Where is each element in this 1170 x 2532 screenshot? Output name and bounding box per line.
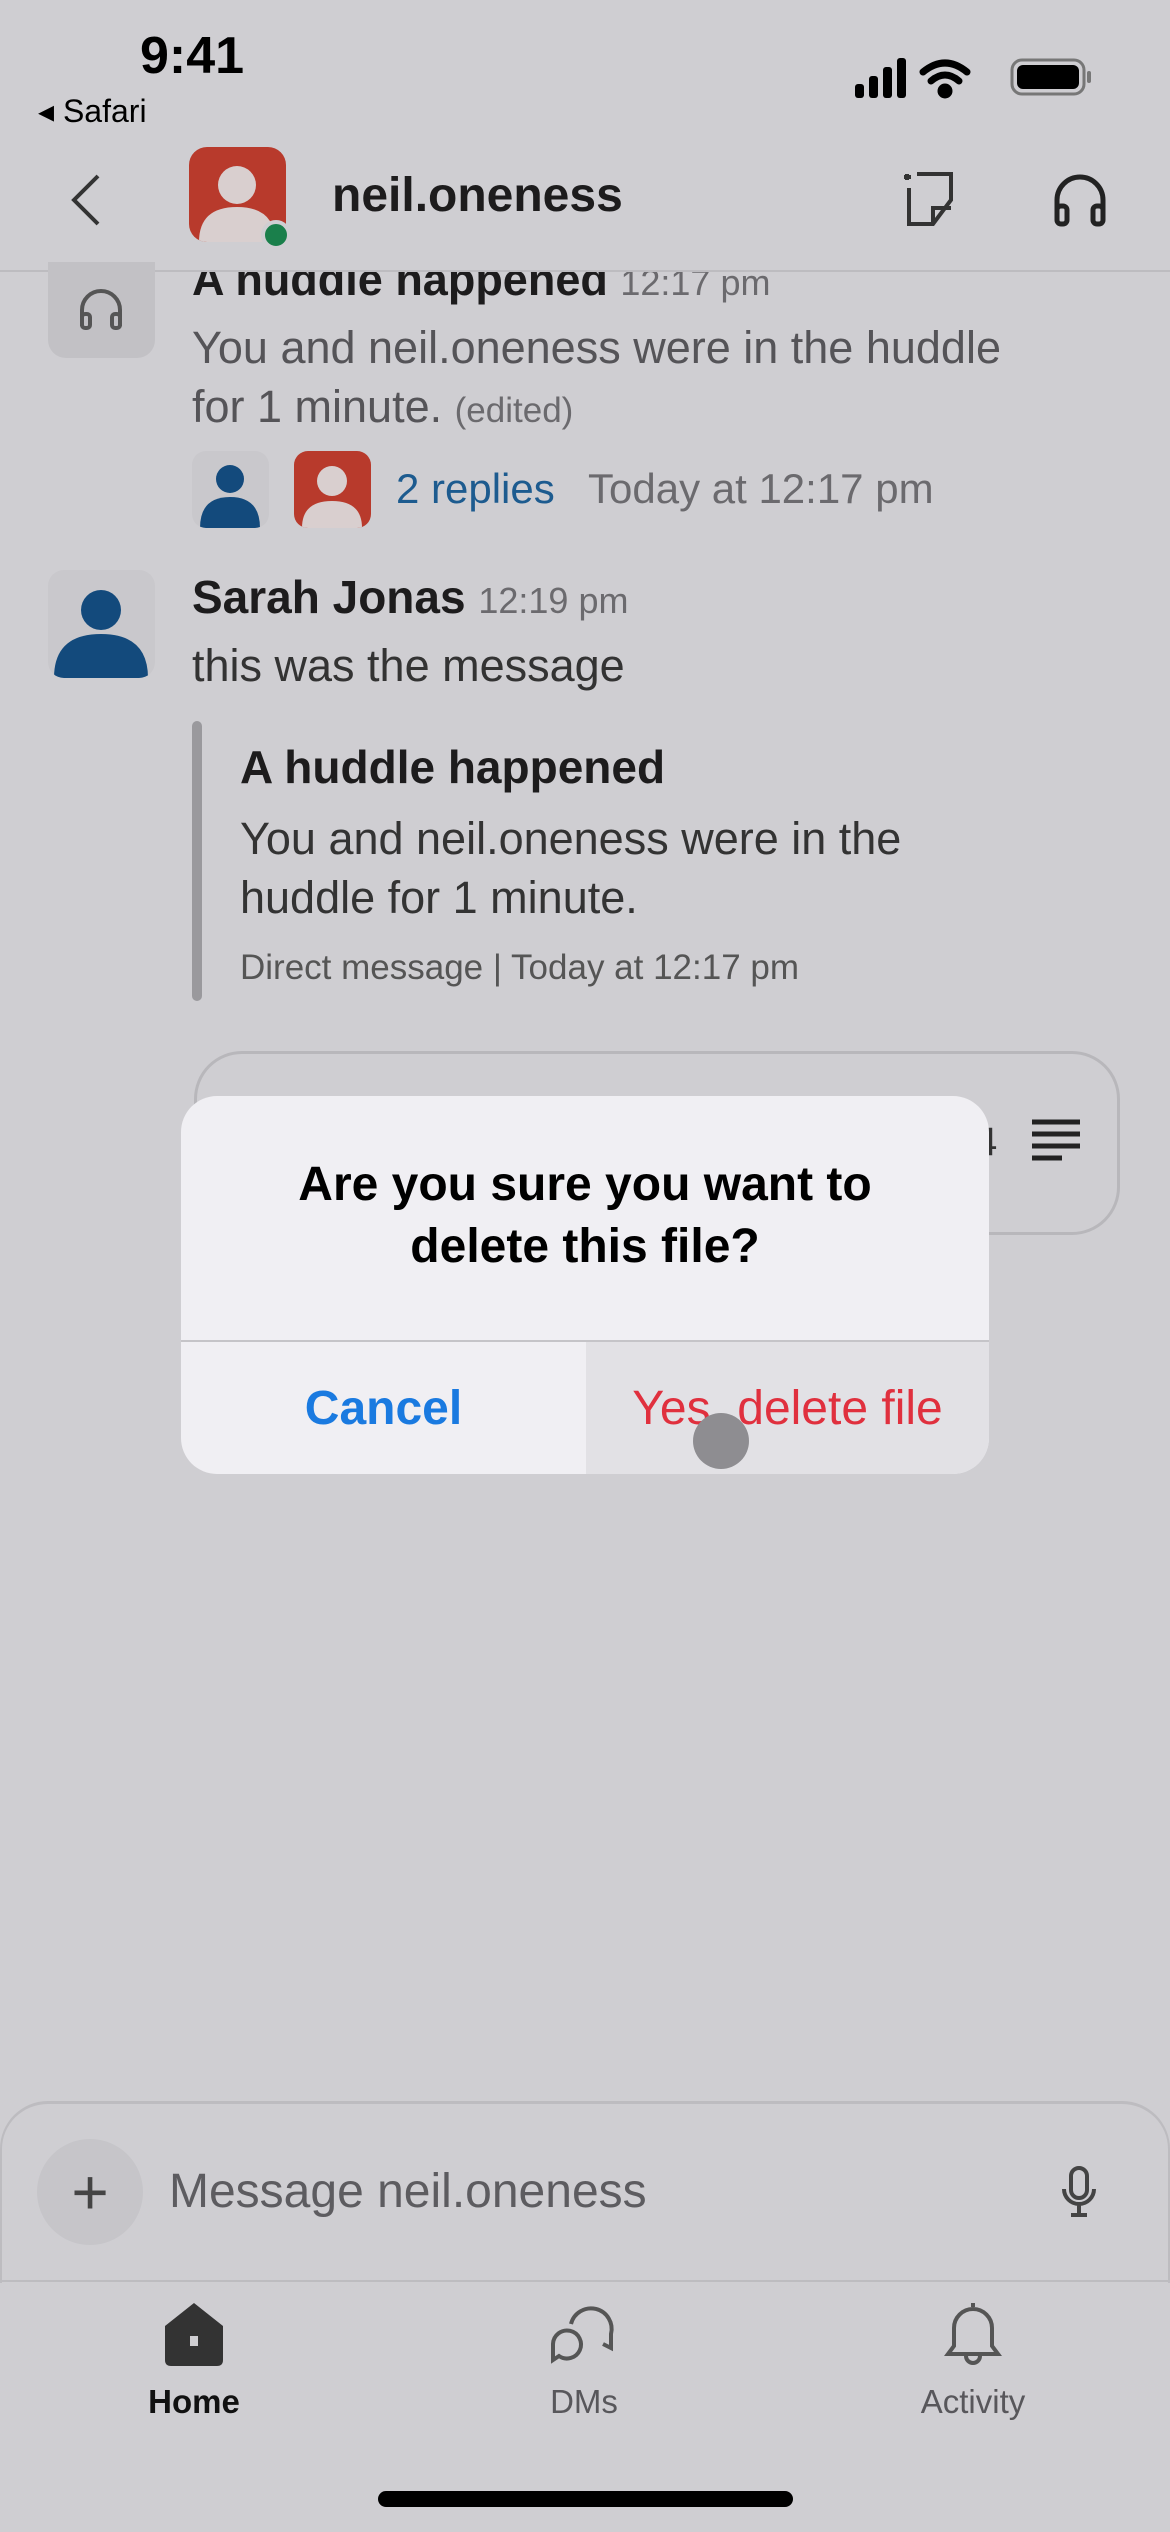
replies-link[interactable]: 2 replies — [396, 465, 555, 513]
tab-home[interactable]: Home — [44, 2300, 344, 2421]
presence-dot — [261, 220, 291, 250]
replies-time: Today at 12:17 pm — [588, 465, 934, 512]
back-app-label: Safari — [62, 93, 147, 129]
dms-icon — [551, 2306, 614, 2364]
quote-line2: huddle for 1 minute. — [240, 872, 638, 923]
reply-avatar-sarah — [192, 451, 269, 528]
bell-icon — [944, 2303, 1002, 2365]
signal-icon — [855, 58, 906, 98]
message-input[interactable]: Message neil.oneness — [169, 2164, 647, 2219]
sarah-avatar[interactable] — [48, 570, 155, 678]
headphones-icon — [80, 289, 122, 330]
touch-indicator — [693, 1413, 749, 1469]
header-divider — [0, 270, 1170, 272]
home-icon — [165, 2303, 223, 2366]
message-text: this was the message — [192, 640, 625, 691]
quote-meta: Direct message | Today at 12:17 pm — [240, 948, 800, 987]
tab-label: Home — [148, 2383, 240, 2420]
conversation-title[interactable]: neil.oneness — [332, 168, 623, 223]
author-name: Sarah Jonas — [192, 571, 466, 623]
tabbar-divider — [0, 2280, 1170, 2282]
headphones-icon[interactable] — [1052, 170, 1108, 230]
delete-file-dialog: Are you sure you want to delete this file… — [181, 1096, 989, 1474]
edited-label: (edited) — [454, 391, 574, 430]
tab-label: Activity — [920, 2383, 1026, 2420]
status-time: 9:41 — [140, 27, 245, 85]
dialog-title: Are you sure you want to delete this file… — [298, 1158, 872, 1273]
tab-label: DMs — [550, 2383, 618, 2420]
reply-avatar-neil — [294, 451, 371, 528]
tab-activity[interactable]: Activity — [823, 2300, 1123, 2421]
message-title: A huddle happened 12:17 pm — [192, 254, 771, 305]
message-time: 12:19 pm — [478, 580, 629, 621]
text-file-icon — [1032, 1119, 1080, 1161]
microphone-icon[interactable] — [1058, 2165, 1100, 2221]
message-text-line2: for 1 minute. (edited) — [192, 381, 574, 432]
confirm-delete-button[interactable]: Yes, delete file — [586, 1342, 989, 1474]
cancel-button[interactable]: Cancel — [181, 1342, 586, 1474]
add-attachment-button[interactable]: + — [37, 2139, 143, 2245]
quote-bar — [192, 721, 202, 1001]
tab-dms[interactable]: DMs — [434, 2300, 734, 2421]
huddle-icon-box — [48, 262, 155, 358]
home-indicator[interactable] — [378, 2491, 793, 2507]
battery-icon — [1010, 58, 1091, 96]
back-chevron-icon[interactable] — [66, 172, 106, 228]
quote-line1: You and neil.oneness were in the — [240, 813, 902, 864]
message-text-line1: You and neil.oneness were in the huddle — [192, 322, 1001, 373]
new-canvas-icon[interactable] — [903, 170, 959, 230]
status-icons — [855, 58, 1091, 99]
back-to-safari[interactable]: ◂ Safari — [38, 92, 147, 130]
message-header: Sarah Jonas 12:19 pm — [192, 570, 628, 624]
wifi-icon — [919, 59, 971, 99]
quote-title[interactable]: A huddle happened — [240, 740, 665, 794]
